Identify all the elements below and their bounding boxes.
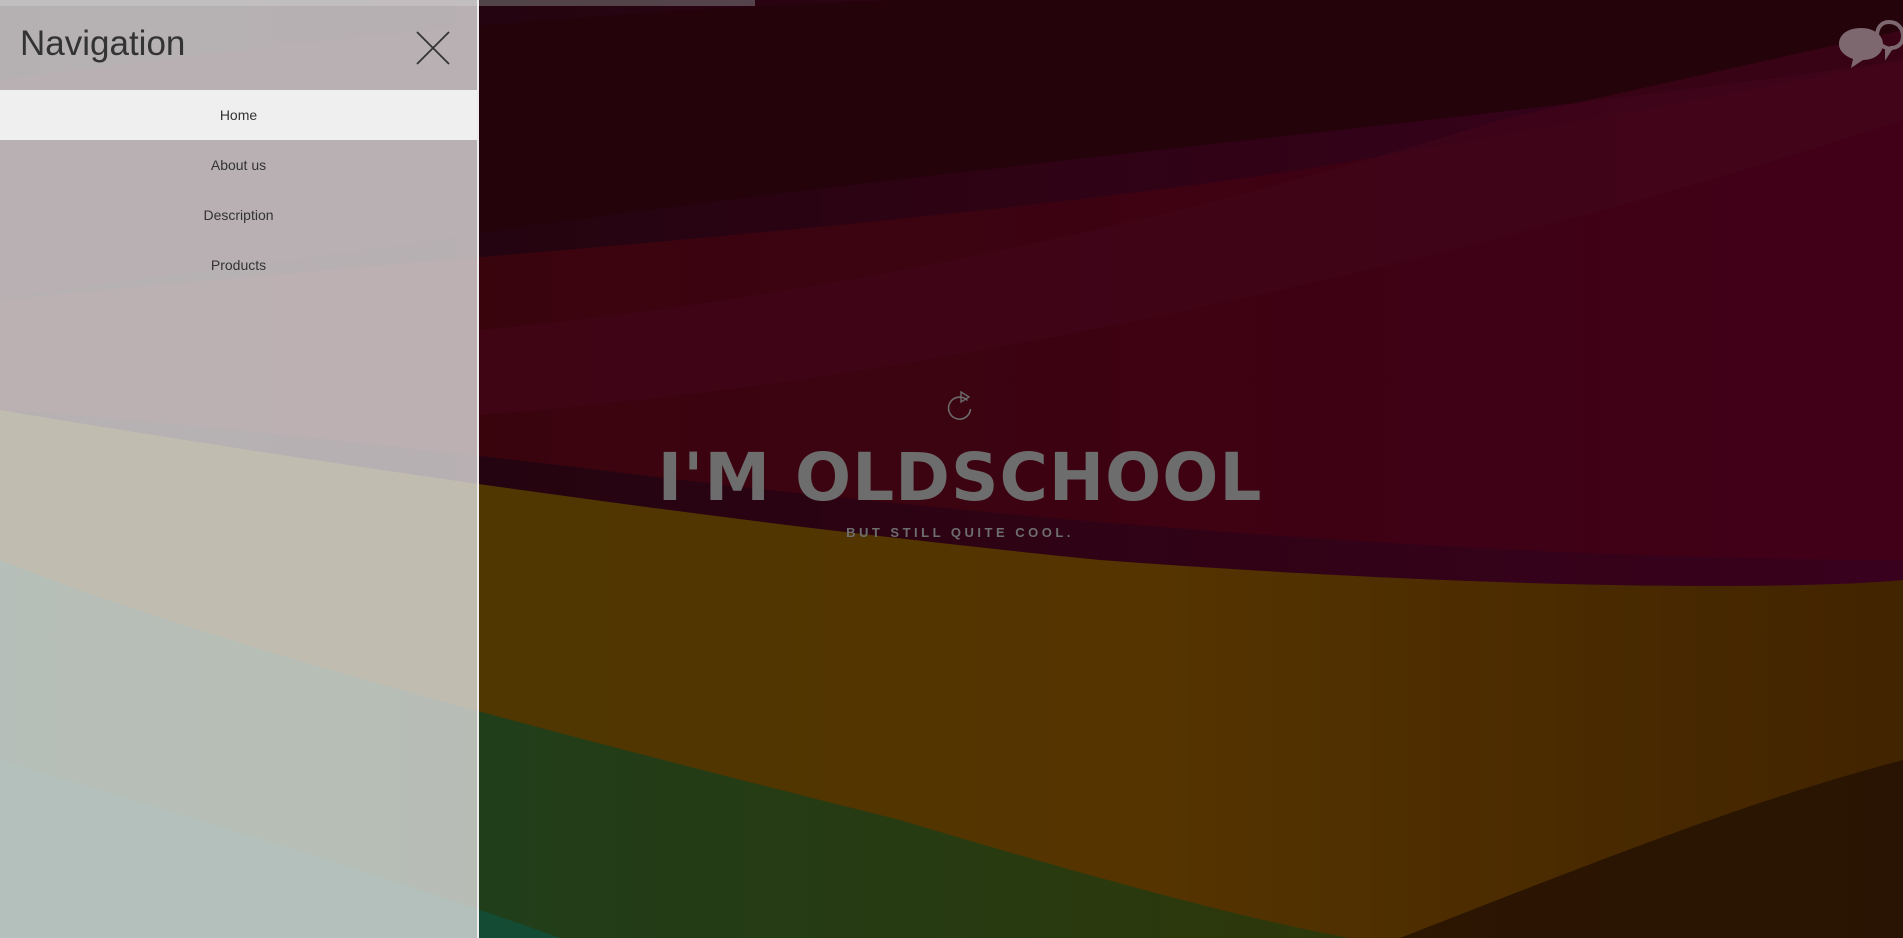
nav-item-about-us[interactable]: About us — [0, 140, 477, 190]
hero-title: I'M OLDSCHOOL — [657, 439, 1263, 516]
hero-subtitle: BUT STILL QUITE COOL. — [846, 525, 1074, 540]
navigation-menu: Home About us Description Products — [0, 90, 477, 290]
navigation-header: Navigation — [0, 0, 477, 90]
navigation-panel: Navigation Home About us Description Pro… — [0, 0, 479, 938]
chat-bubbles-icon[interactable] — [1837, 18, 1903, 70]
nav-item-description[interactable]: Description — [0, 190, 477, 240]
close-icon[interactable] — [413, 28, 453, 68]
navigation-title: Navigation — [20, 24, 186, 63]
nav-item-home[interactable]: Home — [0, 90, 477, 140]
page: I'M OLDSCHOOL BUT STILL QUITE COOL. Navi… — [0, 0, 1903, 938]
hero-section: I'M OLDSCHOOL BUT STILL QUITE COOL. — [480, 390, 1440, 540]
reload-icon[interactable] — [945, 390, 975, 422]
nav-item-products[interactable]: Products — [0, 240, 477, 290]
